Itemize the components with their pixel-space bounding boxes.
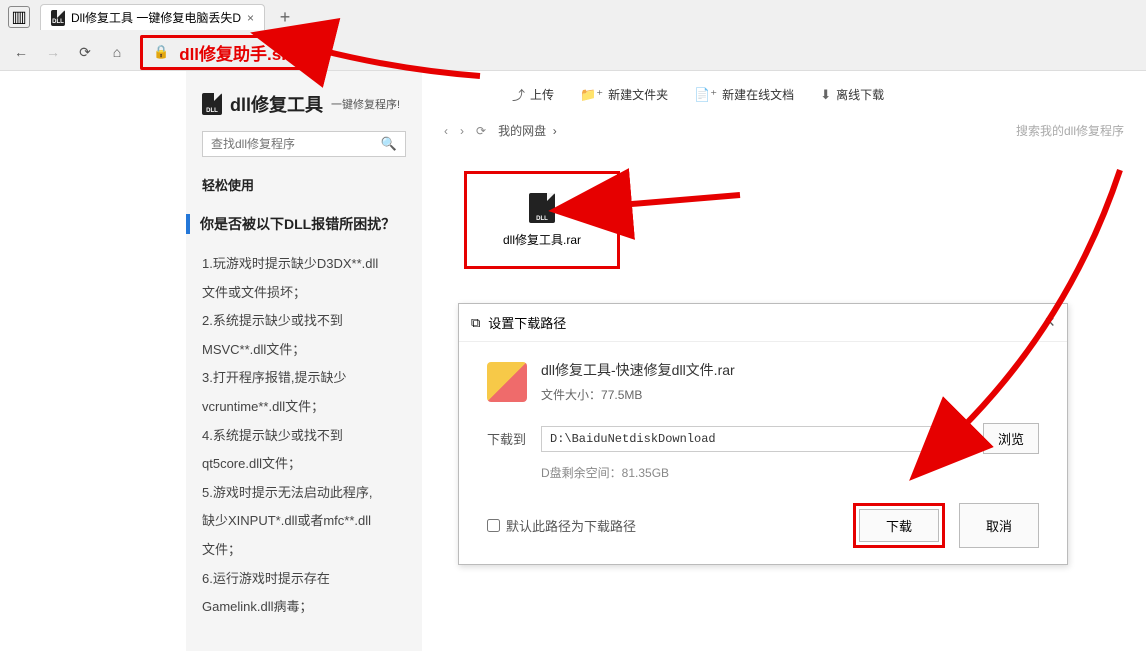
download-path-row: 下载到 浏览 [487,423,1039,454]
search-icon[interactable]: 🔍 [381,136,397,152]
dialog-title: 设置下载路径 [488,313,566,332]
dialog-titlebar: ⧉ 设置下载路径 × [459,304,1067,342]
easy-use-label: 轻松使用 [202,175,406,194]
path-label: 下载到 [487,429,531,448]
address-bar: ← → ⟳ ⌂ 🔒 dll修复助手.site [0,34,1146,70]
path-input[interactable] [541,426,973,452]
browser-tab[interactable]: Dll修复工具 一键修复电脑丢失D × [40,4,265,30]
cloud-toolbar: ⤴上传 📁⁺新建文件夹 📄⁺新建在线文档 ⬇离线下载 [440,85,1128,104]
sidebar-body-line: MSVC**.dll文件； [202,336,406,365]
dialog-file-name: dll修复工具-快速修复dll文件.rar [541,360,735,380]
sidebar-body-line: 2.系统提示缺少或找不到 [202,307,406,336]
new-folder-button[interactable]: 📁⁺新建文件夹 [580,86,668,103]
url-text[interactable]: dll修复助手.site [179,40,301,65]
url-highlight: 🔒 dll修复助手.site [140,35,318,70]
sidebar-body-line: 4.系统提示缺少或找不到 [202,422,406,451]
default-path-checkbox[interactable]: 默认此路径为下载路径 [487,516,636,535]
search-hint[interactable]: 搜索我的dll修复程序 [1016,122,1124,139]
cloud-nav: ‹ › ⟳ 我的网盘 › 搜索我的dll修复程序 [440,122,1128,139]
tab-title: Dll修复工具 一键修复电脑丢失D [71,9,241,26]
reload-button[interactable]: ⟳ [76,44,94,61]
home-button[interactable]: ⌂ [108,44,126,60]
sidebar-body-line: 文件或文件损坏； [202,279,406,308]
file-icon [529,193,555,223]
sidebar-title: dll修复工具 一键修复程序! [202,91,406,117]
cancel-button[interactable]: 取消 [959,503,1039,548]
window-menu-icon[interactable]: ▥ [8,6,30,28]
doc-plus-icon: 📄⁺ [694,87,717,103]
dialog-icon: ⧉ [471,315,480,331]
sidebar: dll修复工具 一键修复程序! 🔍 轻松使用 你是否被以下DLL报错所困扰？ 1… [186,71,422,651]
sidebar-body-line: 3.打开程序报错,提示缺少 [202,364,406,393]
sidebar-search[interactable]: 🔍 [202,131,406,157]
offline-download-button[interactable]: ⬇离线下载 [820,86,884,103]
sidebar-body-line: 缺少XINPUT*.dll或者mfc**.dll [202,507,406,536]
sidebar-body-line: 5.游戏时提示无法启动此程序, [202,479,406,508]
new-doc-button[interactable]: 📄⁺新建在线文档 [694,86,794,103]
new-tab-button[interactable]: + [273,7,297,28]
file-name: dll修复工具.rar [503,231,581,248]
sidebar-body-line: 6.运行游戏时提示存在 [202,565,406,594]
nav-back-icon[interactable]: ‹ [444,124,448,138]
default-path-check-input[interactable] [487,519,500,532]
download-icon: ⬇ [820,87,831,103]
tab-strip: ▥ Dll修复工具 一键修复电脑丢失D × + [0,0,1146,34]
cloud-pane: ⤴上传 📁⁺新建文件夹 📄⁺新建在线文档 ⬇离线下载 ‹ › ⟳ 我的网盘 › … [422,71,1146,651]
download-button[interactable]: 下载 [859,509,939,542]
file-item[interactable]: dll修复工具.rar [464,171,620,269]
sidebar-body-line: Gamelink.dll病毒； [202,593,406,622]
page-content: dll修复工具 一键修复程序! 🔍 轻松使用 你是否被以下DLL报错所困扰？ 1… [0,71,1146,651]
sidebar-body-line: 1.玩游戏时提示缺少D3DX**.dll [202,250,406,279]
dll-logo-icon [202,93,222,115]
lock-icon: 🔒 [153,44,169,60]
sidebar-search-input[interactable] [211,137,381,151]
sidebar-body: 1.玩游戏时提示缺少D3DX**.dll文件或文件损坏；2.系统提示缺少或找不到… [202,250,406,622]
breadcrumb[interactable]: 我的网盘 › [498,122,557,139]
nav-refresh-icon[interactable]: ⟳ [476,124,486,138]
sidebar-heading: 你是否被以下DLL报错所困扰？ [186,214,406,234]
file-thumbnail-icon [487,362,527,402]
browser-chrome: ▥ Dll修复工具 一键修复电脑丢失D × + ← → ⟳ ⌂ 🔒 dll修复助… [0,0,1146,71]
download-dialog: ⧉ 设置下载路径 × dll修复工具-快速修复dll文件.rar 文件大小：77… [458,303,1068,565]
browse-button[interactable]: 浏览 [983,423,1039,454]
dialog-close-icon[interactable]: × [1044,312,1055,333]
back-button[interactable]: ← [12,44,30,60]
folder-plus-icon: 📁⁺ [580,87,603,103]
sidebar-title-sub: 一键修复程序! [331,96,400,112]
free-space: D盘剩余空间：81.35GB [541,464,1039,481]
forward-button[interactable]: → [44,44,62,60]
nav-fwd-icon[interactable]: › [460,124,464,138]
download-highlight: 下载 [853,503,945,548]
sidebar-title-main: dll修复工具 [230,91,323,117]
dialog-file-size: 文件大小：77.5MB [541,386,735,403]
sidebar-body-line: qt5core.dll文件； [202,450,406,479]
close-tab-icon[interactable]: × [247,11,254,25]
upload-icon: ⤴ [512,85,525,104]
favicon-icon [51,10,65,26]
sidebar-body-line: vcruntime**.dll文件； [202,393,406,422]
sidebar-body-line: 文件； [202,536,406,565]
dialog-file-info: dll修复工具-快速修复dll文件.rar 文件大小：77.5MB [487,360,1039,403]
upload-button[interactable]: ⤴上传 [512,85,554,104]
